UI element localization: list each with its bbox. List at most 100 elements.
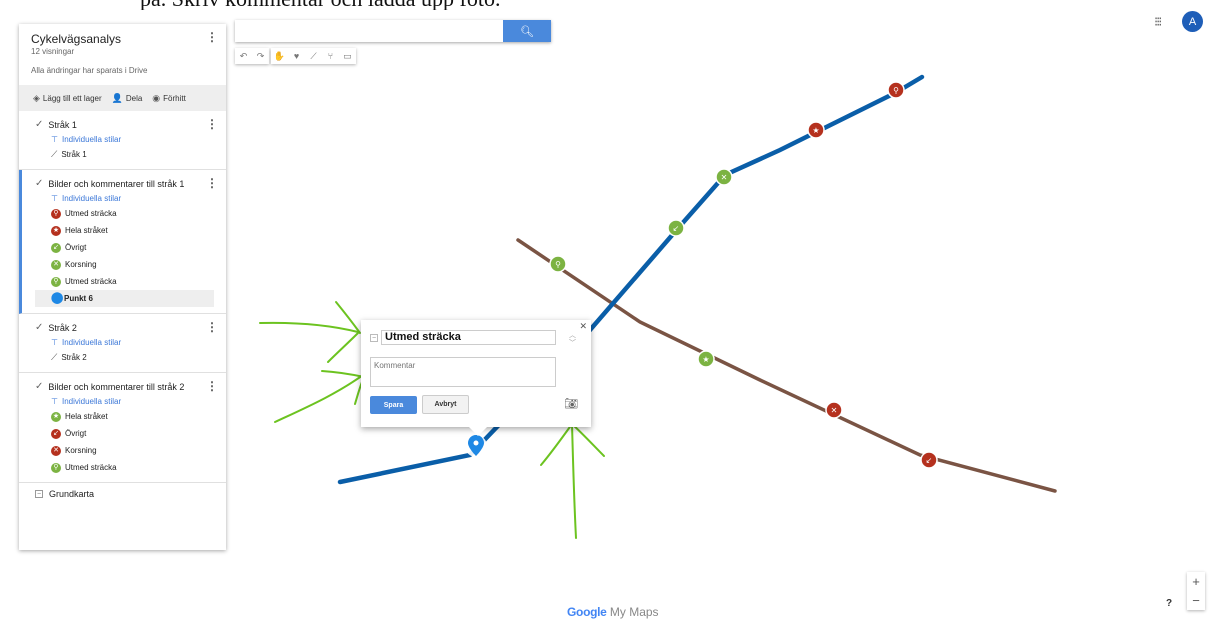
zoom-out-button[interactable]: − (1187, 591, 1205, 610)
feature-title-input[interactable]: Utmed sträcka (381, 330, 556, 345)
svg-text:✕: ✕ (721, 173, 728, 182)
list-item-selected[interactable]: ⬤ Punkt 6 (35, 290, 214, 307)
checkbox-icon[interactable]: ✓ (35, 119, 43, 130)
layers-panel: Cykelvägsanalys 12 visningar Alla ändrin… (19, 24, 226, 550)
svg-text:↙: ↙ (673, 224, 680, 233)
bike-icon: ⚲ (51, 208, 61, 219)
camera-icon[interactable]: 📷︎ (564, 397, 578, 410)
eye-icon: ◉ (152, 92, 161, 103)
bike-icon: ⚲ (51, 276, 61, 287)
route-2-line[interactable] (516, 238, 1057, 493)
share-button[interactable]: 👤 Dela (112, 93, 143, 104)
pin-icon: ⬤ (51, 292, 64, 304)
svg-text:⚲: ⚲ (893, 86, 899, 95)
svg-text:↙: ↙ (926, 456, 933, 465)
layer-options-icon[interactable]: ⋮ (206, 118, 218, 130)
basemap-label: Grundkarta (49, 489, 95, 499)
marker-cross-icon[interactable]: ✕ (715, 168, 733, 186)
search-button[interactable]: 🔍︎ (503, 20, 551, 42)
star-icon: ★ (51, 225, 61, 236)
line-icon: ⟋ (51, 149, 58, 159)
zoom-in-button[interactable]: + (1187, 572, 1205, 591)
basemap-section[interactable]: − Grundkarta (19, 483, 226, 505)
list-item[interactable]: ↙ Övrigt (35, 425, 226, 442)
list-item[interactable]: ★ Hela stråket (35, 408, 226, 425)
list-item[interactable]: ★ Hela stråket (35, 222, 226, 239)
draw-line-icon[interactable]: ⟋ (305, 48, 322, 64)
close-icon[interactable]: ✕ (579, 321, 587, 332)
list-item[interactable]: ⟋ Stråk 1 (35, 146, 226, 163)
collapse-icon[interactable]: − (35, 490, 43, 498)
list-item[interactable]: ✕ Korsning (35, 256, 226, 273)
marker-arrow-icon[interactable]: ↙ (667, 219, 685, 237)
cancel-button[interactable]: Avbryt (422, 395, 469, 414)
layer-bilder-strak-1: ✓ Bilder och kommentarer till stråk 1 ⋮ ⊤… (19, 170, 226, 314)
marker-bike-icon[interactable]: ⚲ (549, 255, 567, 273)
view-count: 12 visningar (31, 47, 75, 56)
hand-icon[interactable]: ✋ (271, 48, 288, 64)
marker-cross-icon[interactable]: ✕ (825, 401, 843, 419)
checkbox-icon[interactable]: ✓ (35, 322, 43, 333)
list-item[interactable]: ⟋ Stråk 2 (35, 349, 226, 366)
collapse-icon[interactable]: − (370, 334, 378, 342)
layer-strak-1: ✓ Stråk 1 ⋮ ⊤ Individuella stilar ⟋ Stråk 1 (19, 111, 226, 170)
bike-icon: ⚲ (51, 462, 61, 473)
search-input[interactable] (235, 20, 503, 42)
svg-text:★: ★ (702, 355, 709, 364)
add-person-icon: 👤 (111, 92, 123, 103)
layer-title[interactable]: Stråk 2 (48, 323, 77, 333)
selected-pin-icon[interactable] (465, 435, 487, 457)
paint-roller-icon: ⊤ (51, 337, 58, 347)
search-icon: 🔍︎ (520, 25, 534, 38)
scroll-arrows-icon[interactable]: ︿ ﹀ (568, 332, 577, 352)
styles-link[interactable]: ⊤ Individuella stilar (35, 394, 226, 408)
layer-title[interactable]: Bilder och kommentarer till stråk 2 (48, 382, 184, 392)
apps-grid-icon[interactable]: ⁝⁝⁝ (1154, 14, 1163, 30)
feature-popup: ✕ − Utmed sträcka ︿﹀ Spara Avbryt 📷︎ (361, 320, 591, 436)
comment-field[interactable] (370, 357, 556, 387)
redo-icon[interactable]: ↷ (252, 48, 269, 64)
panel-toolbar: ◈ Lägg till ett lager 👤 Dela ◉ Förhitt (19, 85, 226, 111)
preview-button[interactable]: ◉ Förhitt (152, 93, 186, 104)
list-item[interactable]: ✕ Korsning (35, 442, 226, 459)
undo-icon[interactable]: ↶ (235, 48, 252, 64)
cross-icon: ✕ (51, 445, 61, 456)
map-options-icon[interactable]: ⋮ (206, 31, 218, 43)
marker-bike-icon[interactable]: ⚲ (887, 81, 905, 99)
svg-text:★: ★ (812, 126, 819, 135)
avatar[interactable]: A (1182, 11, 1203, 32)
save-button[interactable]: Spara (370, 396, 417, 414)
styles-link[interactable]: ⊤ Individuella stilar (35, 335, 226, 349)
marker-star-icon[interactable]: ★ (807, 121, 825, 139)
layer-options-icon[interactable]: ⋮ (206, 321, 218, 333)
layer-strak-2: ✓ Stråk 2 ⋮ ⊤ Individuella stilar ⟋ Stråk 2 (19, 314, 226, 373)
add-layer-button[interactable]: ◈ Lägg till ett lager (33, 93, 102, 104)
map-title[interactable]: Cykelvägsanalys (31, 32, 214, 46)
directions-icon[interactable]: ⑂ (322, 48, 339, 64)
marker-arrow-icon[interactable]: ↙ (920, 451, 938, 469)
layer-options-icon[interactable]: ⋮ (206, 177, 218, 189)
svg-text:⚲: ⚲ (555, 260, 561, 269)
arrow-icon: ↙ (51, 242, 61, 253)
marker-star-icon[interactable]: ★ (697, 350, 715, 368)
layer-options-icon[interactable]: ⋮ (206, 380, 218, 392)
checkbox-icon[interactable]: ✓ (35, 178, 43, 189)
checkbox-icon[interactable]: ✓ (35, 381, 43, 392)
paint-roller-icon: ⊤ (51, 193, 58, 203)
svg-text:✕: ✕ (831, 406, 838, 415)
styles-link[interactable]: ⊤ Individuella stilar (35, 132, 226, 146)
help-icon[interactable]: ? (1166, 598, 1172, 609)
list-item[interactable]: ⚲ Utmed sträcka (35, 273, 226, 290)
layer-title[interactable]: Bilder och kommentarer till stråk 1 (48, 179, 184, 189)
list-item[interactable]: ⚲ Utmed sträcka (35, 205, 226, 222)
ruler-icon[interactable]: ▭ (339, 48, 356, 64)
list-item[interactable]: ⚲ Utmed sträcka (35, 459, 226, 476)
marker-tool-icon[interactable]: ♥ (288, 48, 305, 64)
layers-icon: ◈ (33, 92, 40, 103)
styles-link[interactable]: ⊤ Individuella stilar (35, 191, 226, 205)
google-my-maps-logo: Google My Maps (567, 605, 659, 619)
list-item[interactable]: ↙ Övrigt (35, 239, 226, 256)
zoom-controls: + − (1187, 572, 1205, 610)
layer-title[interactable]: Stråk 1 (48, 120, 77, 130)
search-bar: 🔍︎ (235, 20, 551, 42)
